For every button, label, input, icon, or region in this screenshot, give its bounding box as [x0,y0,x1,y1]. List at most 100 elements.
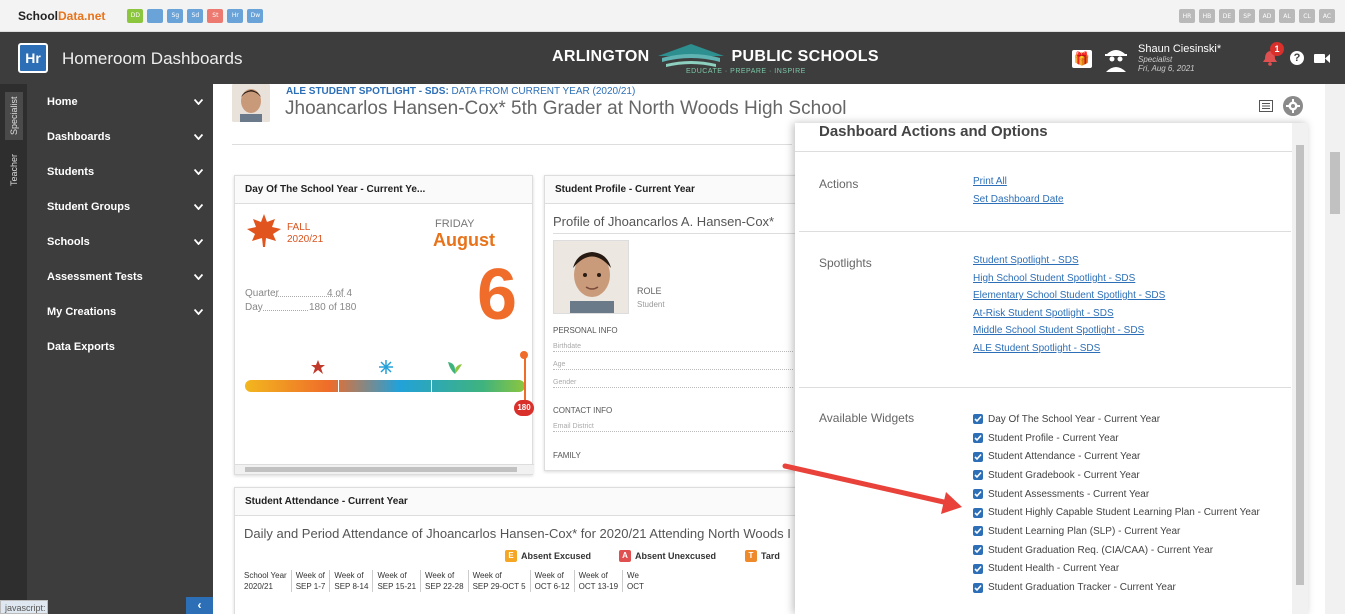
brand-logo[interactable]: SchoolData.net [18,9,105,23]
quick-link-icon[interactable]: DE [1219,9,1235,23]
role-label: ROLE [637,286,662,296]
checkbox-checked-icon[interactable] [973,582,983,593]
spotlight-title: Jhoancarlos Hansen-Cox* 5th Grader at No… [285,98,847,119]
checkbox-checked-icon[interactable] [973,433,983,444]
app-switch-icon[interactable] [147,8,164,23]
spotlight-link[interactable]: High School Student Spotlight - SDS [973,270,1165,288]
quick-link-icon[interactable]: SP [1239,9,1255,23]
week-column-header[interactable]: Week of SEP 29-OCT 5 [467,570,530,592]
spy-icon[interactable] [1102,44,1130,72]
sidebar-item-students[interactable]: Students [27,154,213,189]
tab-specialist[interactable]: Specialist [5,92,23,140]
student-photo [553,240,629,314]
app-badge[interactable]: Hr [18,43,48,73]
widget-name: Student Highly Capable Student Learning … [988,507,1260,519]
action-link[interactable]: Set Dashboard Date [973,191,1064,209]
app-switch-icon[interactable]: DD [127,8,144,23]
widget-title: Student Attendance - Current Year [235,488,799,516]
week-column-header[interactable]: Week of SEP 8-14 [329,570,372,592]
sidebar-item-home[interactable]: Home [27,84,213,119]
spotlight-link[interactable]: Middle School Student Spotlight - SDS [973,322,1165,340]
sidebar-collapse-button[interactable]: ‹ [186,597,213,614]
widget-checkbox-item[interactable]: Student Graduation Req. (CIA/CAA) - Curr… [973,541,1260,560]
week-column-header[interactable]: Week of SEP 1-7 [290,570,330,592]
horizontal-scrollbar[interactable] [235,464,534,474]
legend-item: E Absent Excused [505,550,591,562]
quick-link-icon[interactable]: CL [1299,9,1315,23]
list-icon[interactable] [1259,100,1273,112]
page-scrollbar[interactable] [1325,84,1345,614]
family-header: FAMILY [553,451,581,460]
app-switch-icon[interactable]: Sd [187,8,204,23]
quick-link-icon[interactable]: AL [1279,9,1295,23]
progress-marker [524,354,526,406]
chevron-down-icon [194,133,203,140]
video-icon[interactable] [1314,53,1330,64]
app-switch-icon[interactable]: Hr [227,8,244,23]
app-switch-icon[interactable]: Dw [247,8,264,23]
sprout-icon [448,362,462,374]
actions-label: Actions [819,177,859,191]
checkbox-checked-icon[interactable] [973,414,983,425]
widget-checkbox-item[interactable]: Student Highly Capable Student Learning … [973,503,1260,522]
spotlight-link[interactable]: ALE Student Spotlight - SDS [973,340,1165,358]
quick-link-icon[interactable]: AC [1319,9,1335,23]
widget-checkbox-item[interactable]: Day Of The School Year - Current Year [973,410,1260,429]
week-column-header[interactable]: We OCT [622,570,648,592]
quick-link-icon[interactable]: HR [1179,9,1195,23]
quick-link-icon[interactable]: AD [1259,9,1275,23]
week-column-header[interactable]: Week of OCT 6-12 [529,570,574,592]
user-menu[interactable]: Shaun Ciesinski* Specialist Fri, Aug 6, … [1138,43,1221,73]
sidebar-item-assessment-tests[interactable]: Assessment Tests [27,259,213,294]
help-icon[interactable]: ? [1290,51,1304,65]
actions-links: Print All Set Dashboard Date [973,173,1064,208]
action-link[interactable]: Print All [973,173,1064,191]
widget-checkbox-item[interactable]: Student Gradebook - Current Year [973,466,1260,485]
checkbox-checked-icon[interactable] [973,470,983,481]
week-column-header[interactable]: Week of SEP 22-28 [420,570,468,592]
sidebar-item-label: My Creations [47,305,117,318]
sidebar-item-student-groups[interactable]: Student Groups [27,189,213,224]
checkbox-checked-icon[interactable] [973,489,983,500]
app-switch-icon[interactable]: St [207,8,224,23]
checkbox-checked-icon[interactable] [973,451,983,462]
gear-icon[interactable] [1283,96,1303,116]
checkbox-checked-icon[interactable] [973,507,983,518]
checkbox-checked-icon[interactable] [973,526,983,537]
divider [799,231,1291,232]
sidebar-item-data-exports[interactable]: Data Exports [27,329,213,364]
tab-teacher[interactable]: Teacher [5,150,23,190]
app-switch-icon[interactable]: Sg [167,8,184,23]
spotlight-link[interactable]: Student Spotlight - SDS [973,252,1165,270]
widget-checkbox-item[interactable]: Student Graduation Tracker - Current Yea… [973,578,1260,597]
week-column-header[interactable]: Week of OCT 13-19 [573,570,622,592]
sidebar-item-my-creations[interactable]: My Creations [27,294,213,329]
week-column-header[interactable]: Week of SEP 15-21 [372,570,420,592]
checkbox-checked-icon[interactable] [973,563,983,574]
widgets-label: Available Widgets [819,411,915,425]
sidebar-item-dashboards[interactable]: Dashboards [27,119,213,154]
week-column-header[interactable]: School Year 2020/21 [244,570,291,592]
widget-name: Student Assessments - Current Year [988,488,1150,500]
widget-checkbox-item[interactable]: Student Attendance - Current Year [973,447,1260,466]
legend-item: T Tard [745,550,780,562]
spotlight-link[interactable]: Elementary School Student Spotlight - SD… [973,287,1165,305]
sidebar-item-schools[interactable]: Schools [27,224,213,259]
panel-scrollbar[interactable] [1292,123,1308,614]
sidebar-item-label: Home [47,95,78,108]
chevron-down-icon [194,98,203,105]
widget-checkbox-item[interactable]: Student Assessments - Current Year [973,485,1260,504]
widget-name: Student Graduation Tracker - Current Yea… [988,582,1176,594]
available-widgets-list: Day Of The School Year - Current Year Stu… [973,410,1260,597]
spotlight-link[interactable]: At-Risk Student Spotlight - SDS [973,305,1165,323]
widget-checkbox-item[interactable]: Student Profile - Current Year [973,429,1260,448]
spotlights-label: Spotlights [819,256,872,270]
widget-checkbox-item[interactable]: Student Health - Current Year [973,560,1260,579]
quick-link-icon[interactable]: HB [1199,9,1215,23]
widget-checkbox-item[interactable]: Student Learning Plan (SLP) - Current Ye… [973,522,1260,541]
divider [799,387,1291,388]
chevron-down-icon [194,203,203,210]
gift-icon[interactable]: 🎁 [1072,50,1092,68]
checkbox-checked-icon[interactable] [973,545,983,556]
top-strip: SchoolData.net DD Sg Sd St Hr Dw HR HB DE SP AD AL… [0,0,1345,32]
